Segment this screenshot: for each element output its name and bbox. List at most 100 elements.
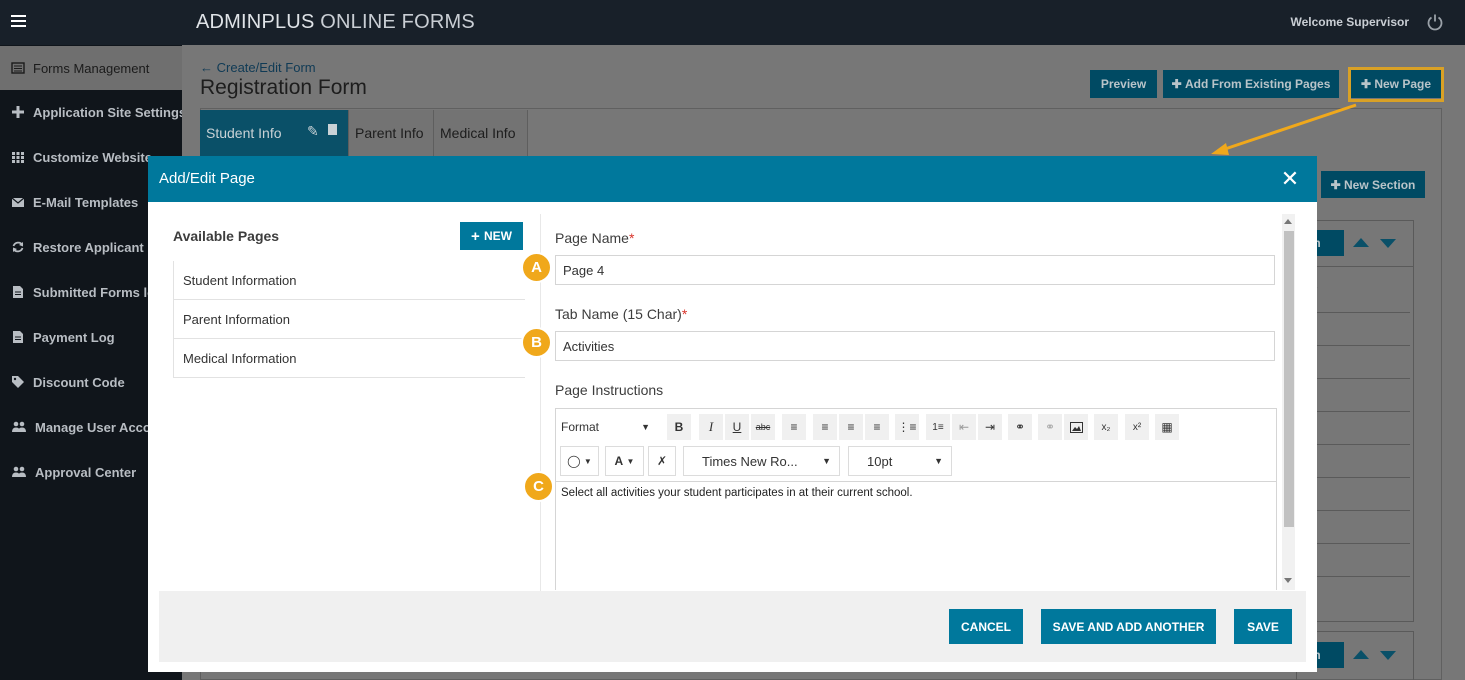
trash-icon[interactable] — [328, 124, 337, 135]
modal-scrollbar[interactable] — [1282, 214, 1295, 590]
app-title-bold: ADMINPLUS — [196, 11, 315, 33]
available-pages-title: Available Pages — [173, 228, 280, 244]
welcome-text: Welcome Supervisor — [1290, 15, 1410, 29]
unlink-icon[interactable]: ⚭ — [1038, 414, 1062, 440]
annotation-badge-c: C — [523, 471, 554, 502]
sidebar-item-label: Payment Log — [33, 329, 115, 345]
caret-down-icon: ▼ — [626, 456, 635, 466]
highlight-box — [1348, 67, 1444, 102]
font-family-select[interactable]: Times New Ro... ▼ — [683, 446, 840, 476]
image-glyph — [1069, 421, 1083, 433]
rich-text-editor: Format ▼ B I U abc ≡ ≡ ≡ ≡ ⋮≡ 1≡ ⇤ ⇥ ⚭ ⚭ — [555, 408, 1277, 590]
bold-button[interactable]: B — [667, 414, 691, 440]
editor-toolbar-2: ◯ ▼ A ▼ ✗ Times New Ro... ▼ 10pt ▼ — [556, 445, 1276, 481]
move-up-icon[interactable] — [1353, 238, 1369, 247]
app-title: ADMINPLUS ONLINE FORMS — [196, 11, 475, 34]
tab-name-label: Tab Name (15 Char)* — [555, 306, 687, 322]
strikethrough-button[interactable]: abc — [751, 414, 775, 440]
scroll-thumb[interactable] — [1284, 231, 1294, 527]
add-existing-label: Add From Existing Pages — [1185, 77, 1331, 91]
bullet-list-icon[interactable]: ⋮≡ — [895, 414, 919, 440]
align-center-icon[interactable]: ≡ — [813, 414, 837, 440]
list-item[interactable]: Student Information — [174, 261, 525, 300]
page-name-input[interactable]: Page 4 — [555, 255, 1275, 285]
font-size-select[interactable]: 10pt ▼ — [848, 446, 952, 476]
page-form: Page Name* Page 4 Tab Name (15 Char)* Ac… — [555, 214, 1277, 590]
refresh-icon — [12, 241, 24, 253]
subscript-icon[interactable]: x₂ — [1094, 414, 1118, 440]
back-link[interactable]: ← Create/Edit Form — [200, 60, 316, 75]
table-icon[interactable]: ▦ — [1155, 414, 1179, 440]
text-color-button[interactable]: A ▼ — [605, 446, 644, 476]
page-name-label-text: Page Name — [555, 230, 629, 246]
pencil-icon[interactable]: ✎ — [307, 123, 319, 140]
menu-icon[interactable] — [0, 0, 36, 45]
top-bar: ADMINPLUS ONLINE FORMS Welcome Superviso… — [0, 0, 1465, 45]
envelope-icon — [11, 197, 25, 207]
list-item[interactable]: Medical Information — [174, 339, 525, 378]
cancel-button[interactable]: CANCEL — [949, 609, 1023, 644]
modal-title: Add/Edit Page — [159, 170, 255, 187]
link-icon[interactable]: ⚭ — [1008, 414, 1032, 440]
caret-down-icon: ▼ — [822, 456, 831, 466]
app-title-rest: ONLINE FORMS — [314, 11, 475, 33]
move-down-icon[interactable] — [1380, 239, 1396, 248]
image-icon[interactable] — [1064, 414, 1088, 440]
plus-icon: ✚ — [1330, 177, 1345, 192]
document-icon — [13, 286, 23, 298]
clear-format-icon[interactable]: ✗ — [648, 446, 676, 476]
close-icon[interactable]: ✕ — [1279, 168, 1301, 190]
sidebar-item-label: Restore Applicant Fo — [33, 239, 164, 255]
page-instructions-label: Page Instructions — [555, 382, 664, 398]
format-dropdown[interactable]: Format ▼ — [556, 414, 656, 440]
add-from-existing-pages-button[interactable]: ✚ Add From Existing Pages — [1163, 70, 1339, 98]
align-right-icon[interactable]: ≡ — [839, 414, 863, 440]
sidebar-item-label: Forms Management — [33, 60, 150, 76]
sidebar-item-label: Submitted Forms log — [33, 284, 163, 300]
superscript-icon[interactable]: x² — [1125, 414, 1149, 440]
tab-student-info[interactable]: Student Info ✎ — [200, 110, 349, 156]
sidebar-item-label: Application Site Settings — [33, 104, 182, 120]
save-and-add-another-button[interactable]: SAVE AND ADD ANOTHER — [1041, 609, 1216, 644]
new-section-button[interactable]: ✚ New Section — [1321, 171, 1425, 198]
tab-name-label-text: Tab Name (15 Char) — [555, 306, 682, 322]
editor-toolbar: Format ▼ B I U abc ≡ ≡ ≡ ≡ ⋮≡ 1≡ ⇤ ⇥ ⚭ ⚭ — [556, 409, 1276, 445]
tag-icon — [12, 376, 24, 388]
tab-parent-info[interactable]: Parent Info — [349, 110, 434, 156]
tab-medical-info[interactable]: Medical Info — [434, 110, 528, 156]
align-left-icon[interactable]: ≡ — [782, 414, 806, 440]
annotation-badge-a: A — [521, 252, 552, 283]
users-icon — [12, 421, 26, 432]
save-button[interactable]: SAVE — [1234, 609, 1292, 644]
editor-content[interactable]: Select all activities your student parti… — [556, 481, 1276, 590]
font-size-value: 10pt — [867, 453, 893, 469]
background-color-button[interactable]: ◯ ▼ — [560, 446, 599, 476]
indent-icon[interactable]: ⇥ — [978, 414, 1002, 440]
align-justify-icon[interactable]: ≡ — [865, 414, 889, 440]
list-item[interactable]: Parent Information — [174, 300, 525, 339]
move-up-icon[interactable] — [1353, 650, 1369, 659]
italic-button[interactable]: I — [699, 414, 723, 440]
preview-button[interactable]: Preview — [1090, 70, 1157, 98]
scroll-up-icon[interactable] — [1284, 219, 1292, 224]
underline-button[interactable]: U — [725, 414, 749, 440]
sidebar-item-forms-management[interactable]: Forms Management — [0, 46, 182, 90]
move-down-icon[interactable] — [1380, 651, 1396, 660]
page-title: Registration Form — [200, 76, 367, 99]
caret-down-icon: ▼ — [934, 456, 943, 466]
caret-down-icon: ▼ — [641, 422, 650, 432]
document-icon — [13, 331, 23, 343]
new-page-template-button[interactable]: + NEW — [460, 222, 523, 250]
tab-name-input[interactable]: Activities — [555, 331, 1275, 361]
modal-header: Add/Edit Page ✕ — [148, 156, 1317, 202]
add-edit-page-modal: Add/Edit Page ✕ Available Pages + NEW St… — [148, 156, 1317, 672]
scroll-down-icon[interactable] — [1284, 578, 1292, 583]
outdent-icon[interactable]: ⇤ — [952, 414, 976, 440]
numbered-list-icon[interactable]: 1≡ — [926, 414, 950, 440]
sidebar-item-label: Customize Website — [33, 149, 152, 165]
sidebar-item-application-site-settings[interactable]: Application Site Settings — [0, 90, 182, 134]
grid-icon — [12, 152, 24, 163]
power-icon[interactable] — [1426, 13, 1444, 31]
caret-down-icon: ▼ — [583, 456, 592, 466]
users-icon — [12, 466, 26, 477]
